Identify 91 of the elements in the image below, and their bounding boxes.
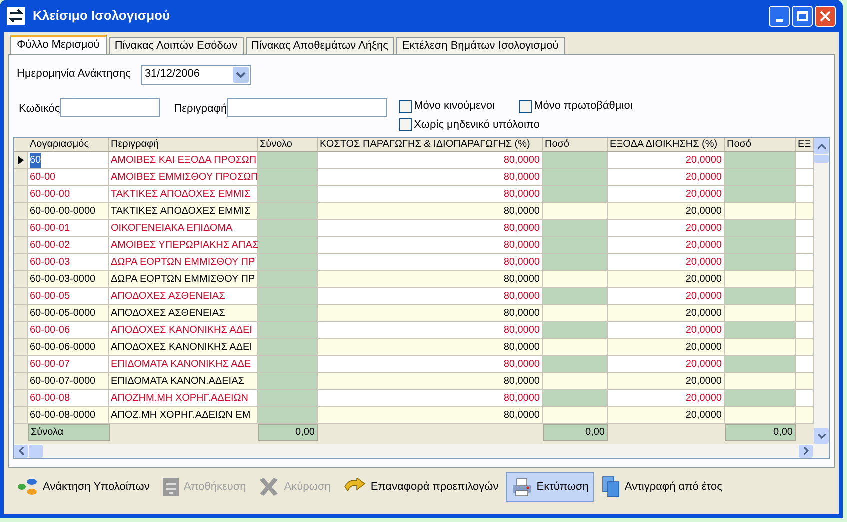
percent-cell: 20,0000 xyxy=(608,390,725,407)
column-header[interactable]: Ποσό xyxy=(725,138,796,151)
percent-cell: 80,0000 xyxy=(318,407,543,424)
account-code: 60-00 xyxy=(30,170,56,184)
toolbar-button[interactable]: Εκτύπωση xyxy=(506,472,594,502)
percent-cell: 80,0000 xyxy=(318,339,543,356)
percent-cell: 20,0000 xyxy=(608,288,725,305)
total-sum: 0,00 xyxy=(258,424,318,441)
percent-cell: 20,0000 xyxy=(608,356,725,373)
account-code: 60-00-03-0000 xyxy=(30,272,96,286)
account-code: 60-00-06 xyxy=(30,324,70,338)
account-code: 60-00-07 xyxy=(30,358,70,372)
percent-cell: 80,0000 xyxy=(318,220,543,237)
percent-cell: 80,0000 xyxy=(318,203,543,220)
description-cell: ΔΩΡΑ ΕΟΡΤΩΝ ΕΜΜΙΣΘΟΥ ΠΡ xyxy=(109,254,258,271)
column-header[interactable]: ΚΟΣΤΟΣ ΠΑΡΑΓΩΓΗΣ & ΙΔΙΟΠΑΡΑΓΩΓΗΣ (%) xyxy=(318,138,543,151)
column-header[interactable]: ΕΞΟΔΑ ΔΙΟΙΚΗΣΗΣ (%) xyxy=(608,138,725,151)
description-cell: ΕΠΙΔΟΜΑΤΑ ΚΑΝΟΝ.ΑΔΕΙΑΣ xyxy=(109,373,258,390)
description-cell: ΑΜΟΙΒΕΣ ΚΑΙ ΕΞΟΔΑ ΠΡΟΣΩΠ xyxy=(109,152,258,169)
code-label: Κωδικός xyxy=(19,102,60,117)
description-cell: ΑΜΟΙΒΕΣ ΕΜΜΙΣΘΟΥ ΠΡΟΣΩΠ xyxy=(109,169,258,186)
account-code: 60-00-03 xyxy=(30,256,70,270)
description-cell: ΕΠΙΔΟΜΑΤΑ ΚΑΝΟΝΙΚΗΣ ΑΔΕ xyxy=(109,356,258,373)
tab[interactable]: Πίνακας Αποθεμάτων Λήξης xyxy=(246,37,394,54)
description-label: Περιγραφή xyxy=(174,102,228,117)
description-cell: ΤΑΚΤΙΚΕΣ ΑΠΟΔΟΧΕΣ ΕΜΜΙΣ xyxy=(109,186,258,203)
percent-cell: 20,0000 xyxy=(608,152,725,169)
account-code: 60-00-08-0000 xyxy=(30,408,96,422)
description-cell: ΟΙΚΟΓΕΝΕΙΑΚΑ ΕΠΙΔΟΜΑ xyxy=(109,220,258,237)
checkbox-label: Μόνο πρωτοβάθμιοι xyxy=(534,99,633,114)
totals-label: Σύνολα xyxy=(28,424,110,441)
account-code: 60-00-06-0000 xyxy=(30,340,96,354)
description-cell: ΑΠΟΖ.ΜΗ ΧΟΡΗΓ.ΑΔΕΙΩΝ ΕΜ xyxy=(109,407,258,424)
percent-cell: 20,0000 xyxy=(608,237,725,254)
description-cell: ΑΠΟΔΟΧΕΣ ΑΣΘΕΝΕΙΑΣ xyxy=(109,288,258,305)
description-cell: ΑΠΟΔΟΧΕΣ ΑΣΘΕΝΕΙΑΣ xyxy=(109,305,258,322)
percent-cell: 80,0000 xyxy=(318,373,543,390)
date-dropdown[interactable]: 31/12/2006 xyxy=(140,64,251,84)
percent-cell: 20,0000 xyxy=(608,339,725,356)
description-cell: ΑΠΟΔΟΧΕΣ ΚΑΝΟΝΙΚΗΣ ΑΔΕΙ xyxy=(109,339,258,356)
toolbar-button[interactable]: Επαναφορά προεπιλογών xyxy=(338,472,504,502)
percent-cell: 80,0000 xyxy=(318,305,543,322)
percent-cell: 20,0000 xyxy=(608,305,725,322)
column-header[interactable]: Λογαριασμός xyxy=(28,138,109,151)
percent-cell: 80,0000 xyxy=(318,390,543,407)
percent-cell: 80,0000 xyxy=(318,169,543,186)
column-header[interactable]: Σύνολο xyxy=(258,138,318,151)
percent-cell: 80,0000 xyxy=(318,271,543,288)
description-cell: ΤΑΚΤΙΚΕΣ ΑΠΟΔΟΧΕΣ ΕΜΜΙΣ xyxy=(109,203,258,220)
account-code: 60-00-02 xyxy=(30,238,70,252)
percent-cell: 20,0000 xyxy=(608,373,725,390)
account-code: 60-00-07-0000 xyxy=(30,374,96,388)
tab[interactable]: Εκτέλεση Βημάτων Ισολογισμού xyxy=(396,37,565,54)
percent-cell: 20,0000 xyxy=(608,271,725,288)
date-label: Ημερομηνία Ανάκτησης xyxy=(17,67,131,82)
percent-cell: 20,0000 xyxy=(608,322,725,339)
checkbox-label: Μόνο κινούμενοι xyxy=(414,99,495,114)
amount-sum: 0,00 xyxy=(543,424,608,441)
description-cell: ΔΩΡΑ ΕΟΡΤΩΝ ΕΜΜΙΣΘΟΥ ΠΡ xyxy=(109,271,258,288)
percent-cell: 80,0000 xyxy=(318,288,543,305)
percent-cell: 80,0000 xyxy=(318,152,543,169)
toolbar-button[interactable]: Ανάκτηση Υπολοίπων xyxy=(12,472,155,502)
percent-cell: 20,0000 xyxy=(608,186,725,203)
amount-sum: 0,00 xyxy=(725,424,796,441)
percent-cell: 20,0000 xyxy=(608,254,725,271)
percent-cell: 80,0000 xyxy=(318,254,543,271)
description-cell: ΑΜΟΙΒΕΣ ΥΠΕΡΩΡΙΑΚΗΣ ΑΠΑΣ xyxy=(109,237,258,254)
account-code: 60 xyxy=(30,152,42,168)
account-code: 60-00-00 xyxy=(30,188,70,202)
percent-cell: 80,0000 xyxy=(318,322,543,339)
account-code: 60-00-01 xyxy=(30,222,70,236)
percent-cell: 20,0000 xyxy=(608,407,725,424)
percent-cell: 80,0000 xyxy=(318,237,543,254)
column-header[interactable]: Ποσό xyxy=(543,138,608,151)
account-code: 60-00-05 xyxy=(30,290,70,304)
account-code: 60-00-08 xyxy=(30,392,70,406)
percent-cell: 80,0000 xyxy=(318,356,543,373)
account-code: 60-00-05-0000 xyxy=(30,306,96,320)
account-code: 60-00-00-0000 xyxy=(30,204,96,218)
description-cell: ΑΠΟΖΗΜ.ΜΗ ΧΟΡΗΓ.ΑΔΕΙΩΝ xyxy=(109,390,258,407)
checkbox-label: Χωρίς μηδενικό υπόλοιπο xyxy=(414,118,540,132)
percent-cell: 20,0000 xyxy=(608,169,725,186)
tab[interactable]: Φύλλο Μερισμού xyxy=(10,35,107,54)
toolbar-button[interactable]: Αντιγραφή από έτος xyxy=(596,472,728,502)
window-title: Κλείσιμο Ισολογισμού xyxy=(33,7,170,26)
column-header[interactable]: Περιγραφή xyxy=(109,138,258,151)
tab[interactable]: Πίνακας Λοιπών Εσόδων xyxy=(108,37,244,54)
percent-cell: 20,0000 xyxy=(608,203,725,220)
percent-cell: 80,0000 xyxy=(318,186,543,203)
description-cell: ΑΠΟΔΟΧΕΣ ΚΑΝΟΝΙΚΗΣ ΑΔΕΙ xyxy=(109,322,258,339)
percent-cell: 20,0000 xyxy=(608,220,725,237)
